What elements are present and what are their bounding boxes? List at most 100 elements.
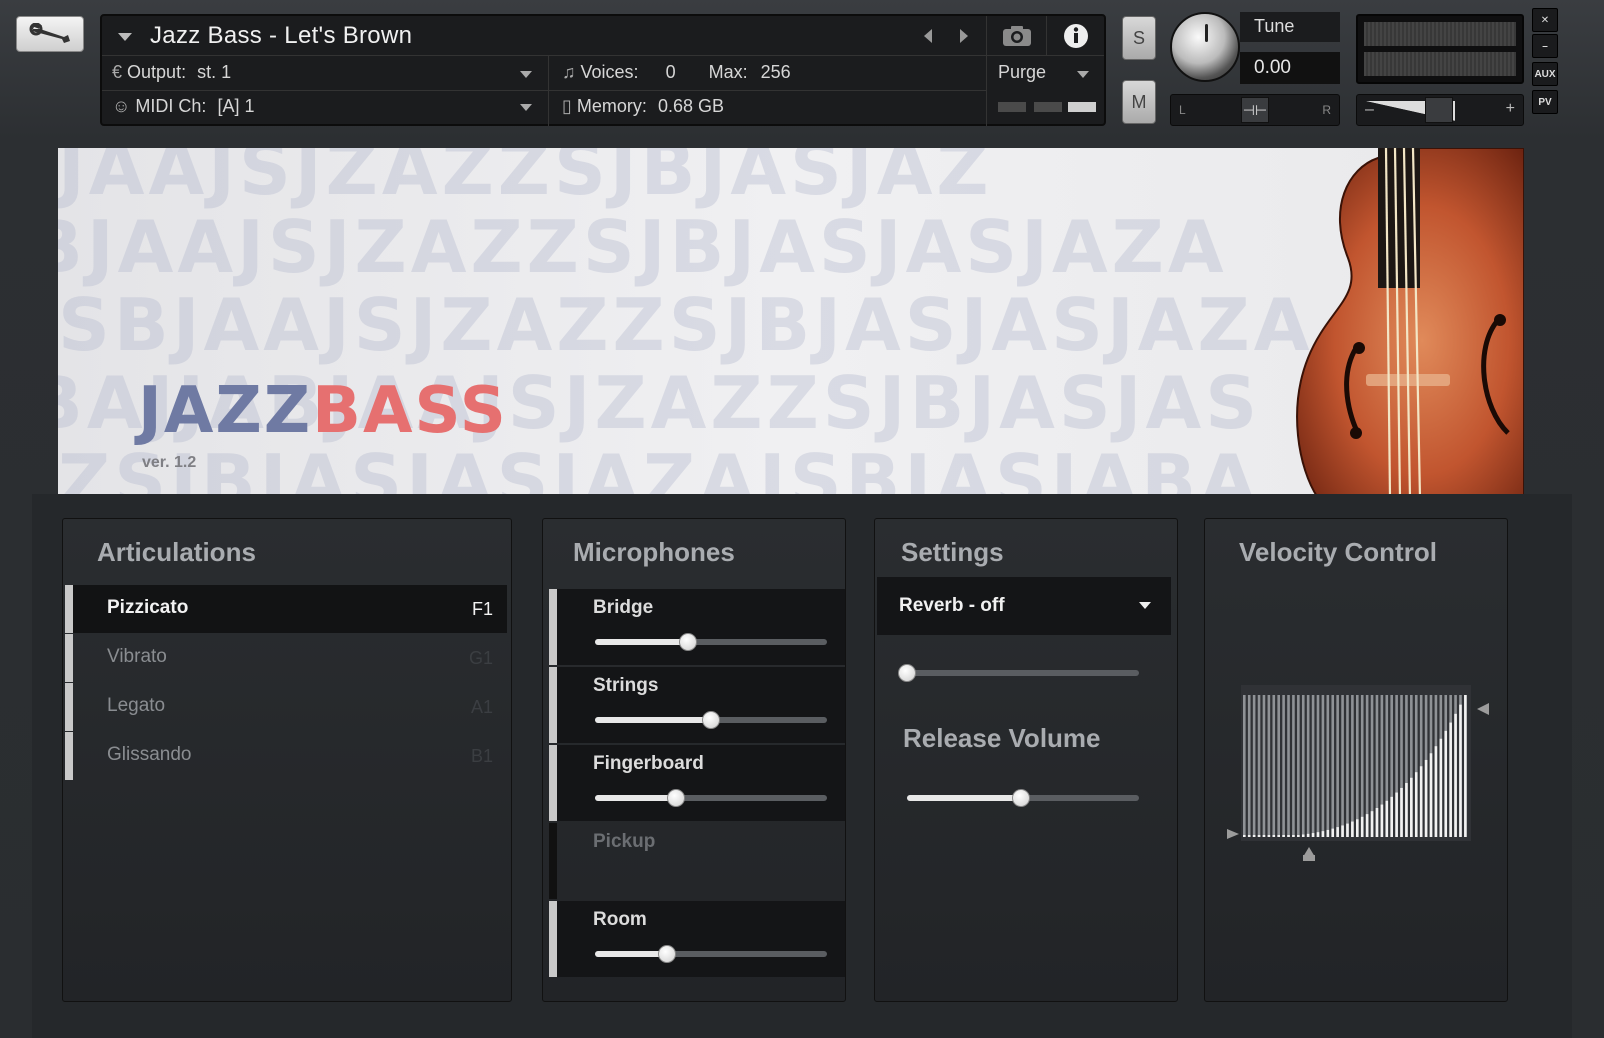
midi-channel-selector[interactable]: ☺ MIDI Ch: [A] 1 (112, 96, 254, 117)
mute-button[interactable]: M (1122, 80, 1156, 124)
purge-dropdown-icon[interactable] (1077, 71, 1089, 78)
volume-handle[interactable] (1425, 97, 1453, 123)
aux-button[interactable]: AUX (1532, 62, 1558, 86)
info-button[interactable] (1046, 16, 1104, 56)
velocity-bar-track (1301, 695, 1305, 837)
velocity-max-handle[interactable] (1477, 703, 1489, 715)
microphone-indicator (549, 901, 557, 977)
prev-instrument-icon[interactable] (924, 29, 932, 43)
articulation-item-legato[interactable]: Legato A1 (65, 683, 507, 731)
microphone-item-strings[interactable]: Strings (549, 667, 845, 743)
velocity-bar (1454, 713, 1457, 837)
velocity-bar-track (1262, 695, 1266, 837)
velocity-bar (1449, 722, 1452, 837)
settings-title: Settings (901, 537, 1004, 567)
slider-thumb[interactable] (678, 633, 697, 651)
velocity-bar (1341, 825, 1344, 837)
pan-slider[interactable]: L R ⊣⊢ (1170, 94, 1340, 126)
microphones-panel: Microphones Bridge Strings Fingerboard Pick… (542, 518, 846, 1002)
minimize-button[interactable]: – (1532, 34, 1558, 58)
articulation-item-pizzicato[interactable]: Pizzicato F1 (65, 585, 507, 633)
velocity-bar (1400, 787, 1403, 837)
velocity-bar (1410, 777, 1413, 837)
tune-value[interactable]: 0.00 (1240, 52, 1340, 84)
velocity-bar-track (1331, 695, 1335, 837)
articulation-indicator (65, 732, 73, 780)
slider-thumb[interactable] (1011, 789, 1030, 807)
wrench-button[interactable] (16, 16, 84, 52)
microphone-indicator (549, 667, 557, 743)
microphone-name: Pickup (593, 831, 656, 852)
velocity-bar (1252, 835, 1256, 837)
snapshot-button[interactable] (986, 16, 1046, 56)
microphone-item-fingerboard[interactable]: Fingerboard (549, 745, 845, 821)
output-dropdown-icon[interactable] (520, 71, 532, 78)
velocity-bar (1360, 816, 1364, 837)
microphone-item-pickup[interactable]: Pickup (549, 823, 845, 899)
pan-left-label: L (1179, 103, 1186, 117)
velocity-curve-graph[interactable] (1221, 679, 1501, 869)
max-value[interactable]: 256 (761, 62, 791, 82)
articulations-panel: Articulations Pizzicato F1 Vibrato G1 Le… (62, 518, 512, 1002)
level-meter (1356, 14, 1524, 84)
voices-icon: ♫ (562, 62, 576, 82)
velocity-bar-track (1282, 695, 1285, 837)
purge-indicator (998, 102, 1026, 112)
velocity-bar (1262, 835, 1266, 837)
volume-slider[interactable]: – + (1356, 94, 1524, 126)
velocity-min-handle[interactable] (1227, 829, 1239, 839)
articulation-item-glissando[interactable]: Glissando B1 (65, 732, 507, 780)
articulation-name: Legato (107, 695, 166, 716)
articulation-name: Pizzicato (107, 597, 189, 618)
meter-right-channel (1364, 52, 1516, 76)
reverb-level-slider[interactable] (898, 664, 1139, 682)
microphone-level-slider[interactable] (595, 633, 827, 651)
microphone-level-slider[interactable] (595, 789, 827, 807)
velocity-bar-track (1297, 695, 1300, 837)
tune-knob[interactable] (1170, 12, 1240, 82)
velocity-bar-track (1243, 695, 1246, 837)
purge-button[interactable]: Purge (998, 62, 1046, 83)
velocity-bar (1277, 835, 1280, 837)
articulation-name: Glissando (107, 744, 192, 765)
instrument-header: Jazz Bass - Let's Brown € Output: st. 1 … (100, 14, 1106, 126)
release-volume-slider[interactable] (907, 789, 1139, 807)
velocity-bar (1464, 695, 1467, 837)
velocity-bar (1375, 808, 1379, 837)
output-selector[interactable]: € Output: st. 1 (112, 62, 231, 83)
instrument-name[interactable]: Jazz Bass - Let's Brown (150, 22, 412, 50)
velocity-control-title: Velocity Control (1239, 537, 1437, 567)
reverb-dropdown[interactable]: Reverb - off (877, 577, 1171, 635)
microphone-level-slider[interactable] (595, 945, 827, 963)
voices-label: Voices: (580, 62, 639, 82)
velocity-bar (1356, 819, 1359, 837)
articulation-keyswitch: G1 (468, 648, 493, 668)
pv-button[interactable]: PV (1532, 90, 1558, 114)
solo-button[interactable]: S (1122, 16, 1156, 60)
microphone-item-bridge[interactable]: Bridge (549, 589, 845, 665)
articulation-item-vibrato[interactable]: Vibrato G1 (65, 634, 507, 682)
articulation-indicator (65, 634, 73, 682)
pan-handle[interactable]: ⊣⊢ (1241, 97, 1269, 123)
collapse-icon[interactable] (118, 33, 132, 41)
close-button[interactable]: ✕ (1532, 8, 1558, 32)
slider-thumb[interactable] (898, 664, 916, 682)
velocity-bar (1331, 828, 1335, 837)
velocity-bar (1306, 833, 1310, 837)
microphone-item-room[interactable]: Room (549, 901, 845, 977)
slider-thumb[interactable] (702, 711, 720, 729)
slider-thumb[interactable] (667, 789, 686, 807)
output-value: st. 1 (197, 62, 232, 82)
velocity-bar (1429, 753, 1433, 837)
slider-fill (595, 951, 667, 957)
velocity-bar (1287, 835, 1290, 837)
articulations-title: Articulations (97, 537, 256, 567)
midi-dropdown-icon[interactable] (520, 104, 532, 111)
jazzbass-logo: JAZZBASS (138, 374, 508, 448)
purge-indicator (1034, 102, 1062, 112)
next-instrument-icon[interactable] (960, 29, 968, 43)
articulation-indicator (65, 585, 73, 633)
output-icon: € (112, 62, 123, 82)
microphone-level-slider[interactable] (595, 711, 827, 729)
slider-thumb[interactable] (657, 945, 676, 963)
